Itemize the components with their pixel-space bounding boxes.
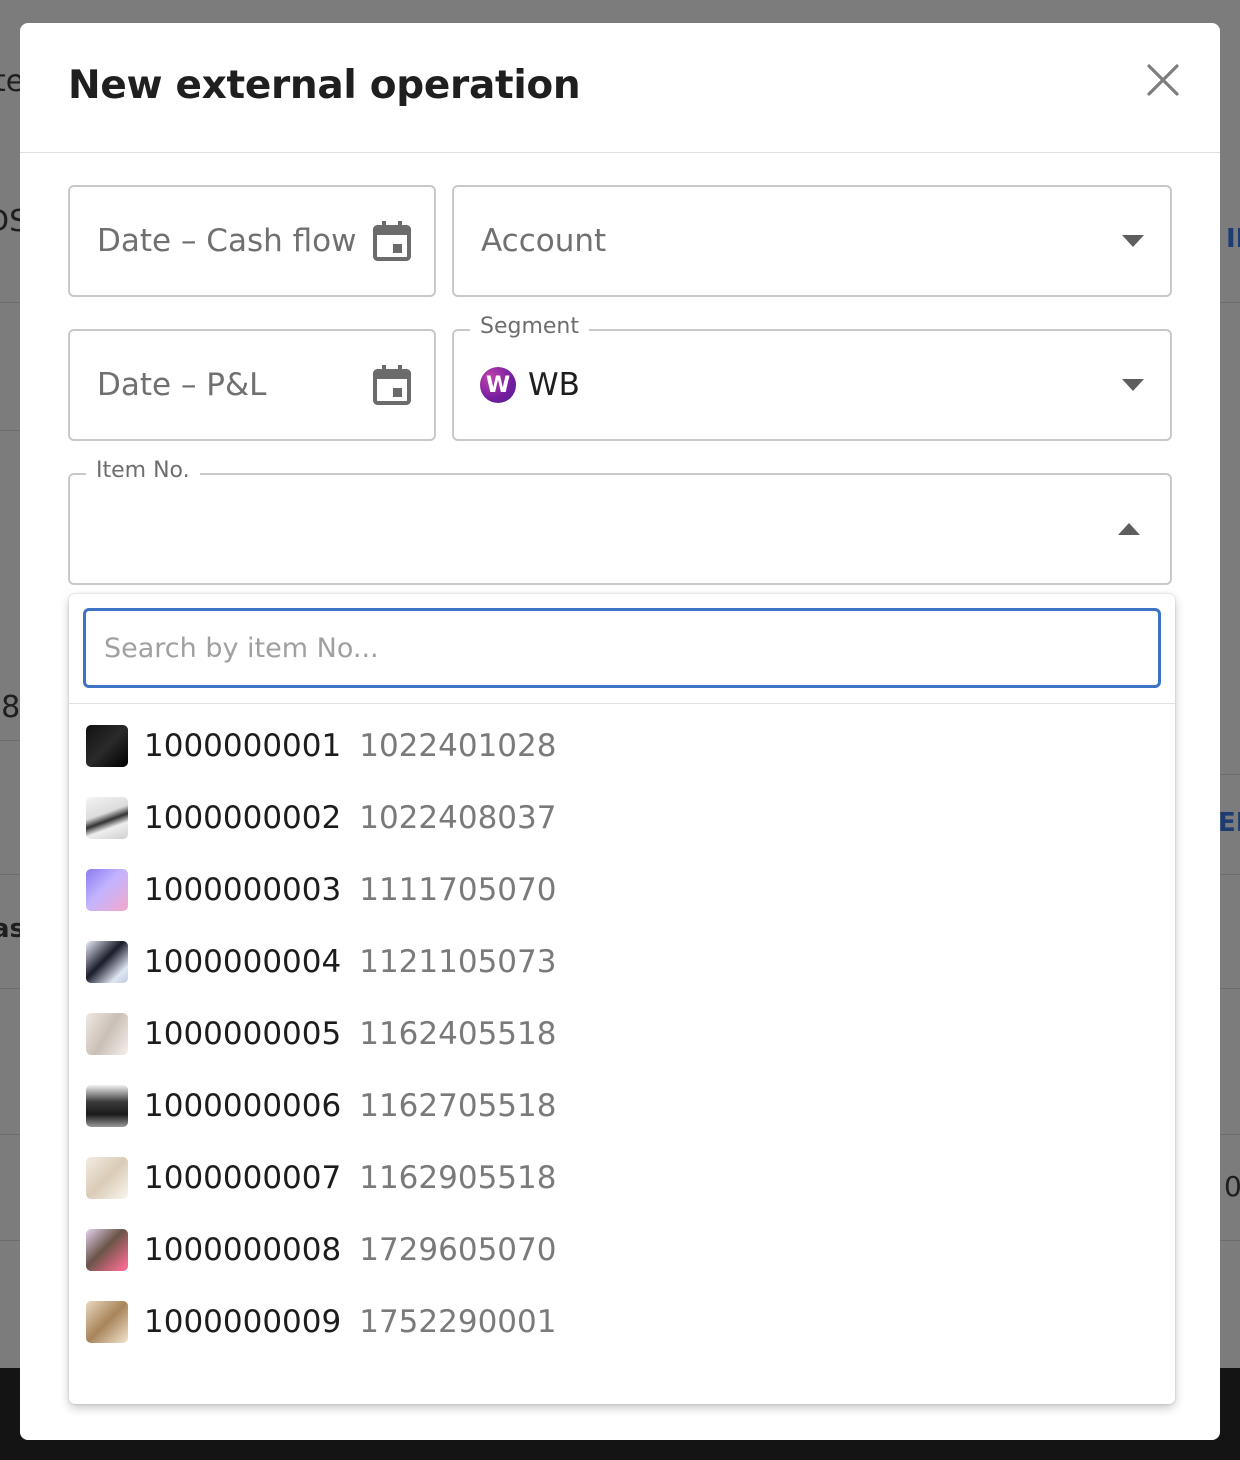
item-no-label: Item No. (86, 458, 200, 483)
calendar-icon[interactable] (372, 364, 412, 406)
bg-divider (1220, 1240, 1240, 1241)
dropdown-option[interactable]: 1000000009 1752290001 (69, 1286, 1175, 1358)
modal-title: New external operation (68, 63, 581, 108)
caret-down-icon (1122, 235, 1144, 247)
item-no-select[interactable]: Item No. (68, 458, 1172, 585)
option-article-number: 1752290001 (359, 1304, 557, 1340)
bg-divider (0, 1240, 20, 1241)
item-no-dropdown: 1000000001 1022401028 1000000002 1022408037… (69, 594, 1175, 1404)
segment-label: Segment (470, 314, 589, 339)
caret-up-icon (1118, 523, 1140, 535)
dropdown-option[interactable]: 1000000007 1162905518 (69, 1142, 1175, 1214)
option-article-number: 1111705070 (359, 872, 557, 908)
product-thumbnail-icon (86, 797, 128, 839)
option-item-number: 1000000006 (144, 1088, 342, 1124)
product-thumbnail-icon (86, 1301, 128, 1343)
option-item-number: 1000000002 (144, 800, 342, 836)
bg-text-fragment: EF (1218, 808, 1240, 838)
bg-divider (1220, 874, 1240, 875)
dropdown-option[interactable]: 1000000001 1022401028 (69, 710, 1175, 782)
segment-value: W WB (480, 367, 580, 403)
bg-divider (0, 740, 20, 741)
option-article-number: 1022408037 (359, 800, 557, 836)
option-article-number: 1022401028 (359, 728, 557, 764)
product-thumbnail-icon (86, 1013, 128, 1055)
option-item-number: 1000000001 (144, 728, 342, 764)
option-article-number: 1162905518 (359, 1160, 557, 1196)
dropdown-option[interactable]: 1000000004 1121105073 (69, 926, 1175, 998)
bg-divider (1220, 774, 1240, 775)
option-article-number: 1162405518 (359, 1016, 557, 1052)
option-article-number: 1162705518 (359, 1088, 557, 1124)
bg-divider (0, 988, 20, 989)
segment-select[interactable]: Segment W WB (452, 314, 1172, 441)
date-cash-flow-placeholder: Date – Cash flow (97, 223, 357, 259)
wb-logo-icon: W (480, 367, 516, 403)
product-thumbnail-icon (86, 869, 128, 911)
search-wrap (69, 594, 1175, 704)
account-select[interactable]: Account (452, 185, 1172, 297)
dropdown-option[interactable]: 1000000005 1162405518 (69, 998, 1175, 1070)
bg-divider (0, 302, 20, 303)
caret-down-icon (1122, 379, 1144, 391)
bg-text-fragment: 08 (0, 690, 21, 725)
date-pl-field[interactable]: Date – P&L (68, 329, 436, 441)
product-thumbnail-icon (86, 941, 128, 983)
option-item-number: 1000000005 (144, 1016, 342, 1052)
product-thumbnail-icon (86, 725, 128, 767)
bg-divider (1220, 988, 1240, 989)
bg-text-fragment: IP (1226, 224, 1240, 254)
close-button[interactable] (1142, 59, 1184, 101)
bg-divider (1220, 1134, 1240, 1135)
option-item-number: 1000000009 (144, 1304, 342, 1340)
modal-header: New external operation (20, 23, 1220, 153)
option-item-number: 1000000003 (144, 872, 342, 908)
bg-divider (0, 1134, 20, 1135)
account-placeholder: Account (481, 223, 607, 259)
bg-text-fragment: 0 (1224, 1170, 1240, 1203)
bg-divider (1220, 302, 1240, 303)
dropdown-option[interactable]: 1000000008 1729605070 (69, 1214, 1175, 1286)
bg-divider (0, 874, 20, 875)
close-icon (1147, 64, 1179, 96)
option-item-number: 1000000004 (144, 944, 342, 980)
new-operation-modal: New external operation Date – Cash flow … (20, 23, 1220, 1440)
segment-value-text: WB (528, 367, 580, 403)
option-item-number: 1000000007 (144, 1160, 342, 1196)
option-item-number: 1000000008 (144, 1232, 342, 1268)
product-thumbnail-icon (86, 1157, 128, 1199)
date-cash-flow-field[interactable]: Date – Cash flow (68, 185, 436, 297)
calendar-icon[interactable] (372, 220, 412, 262)
bg-divider (0, 430, 20, 431)
option-article-number: 1729605070 (359, 1232, 557, 1268)
option-list: 1000000001 1022401028 1000000002 1022408037… (69, 710, 1175, 1358)
product-thumbnail-icon (86, 1229, 128, 1271)
dropdown-option[interactable]: 1000000002 1022408037 (69, 782, 1175, 854)
dropdown-option[interactable]: 1000000003 1111705070 (69, 854, 1175, 926)
item-search-input[interactable] (83, 608, 1161, 688)
date-pl-placeholder: Date – P&L (97, 367, 267, 403)
product-thumbnail-icon (86, 1085, 128, 1127)
option-article-number: 1121105073 (359, 944, 557, 980)
dropdown-option[interactable]: 1000000006 1162705518 (69, 1070, 1175, 1142)
